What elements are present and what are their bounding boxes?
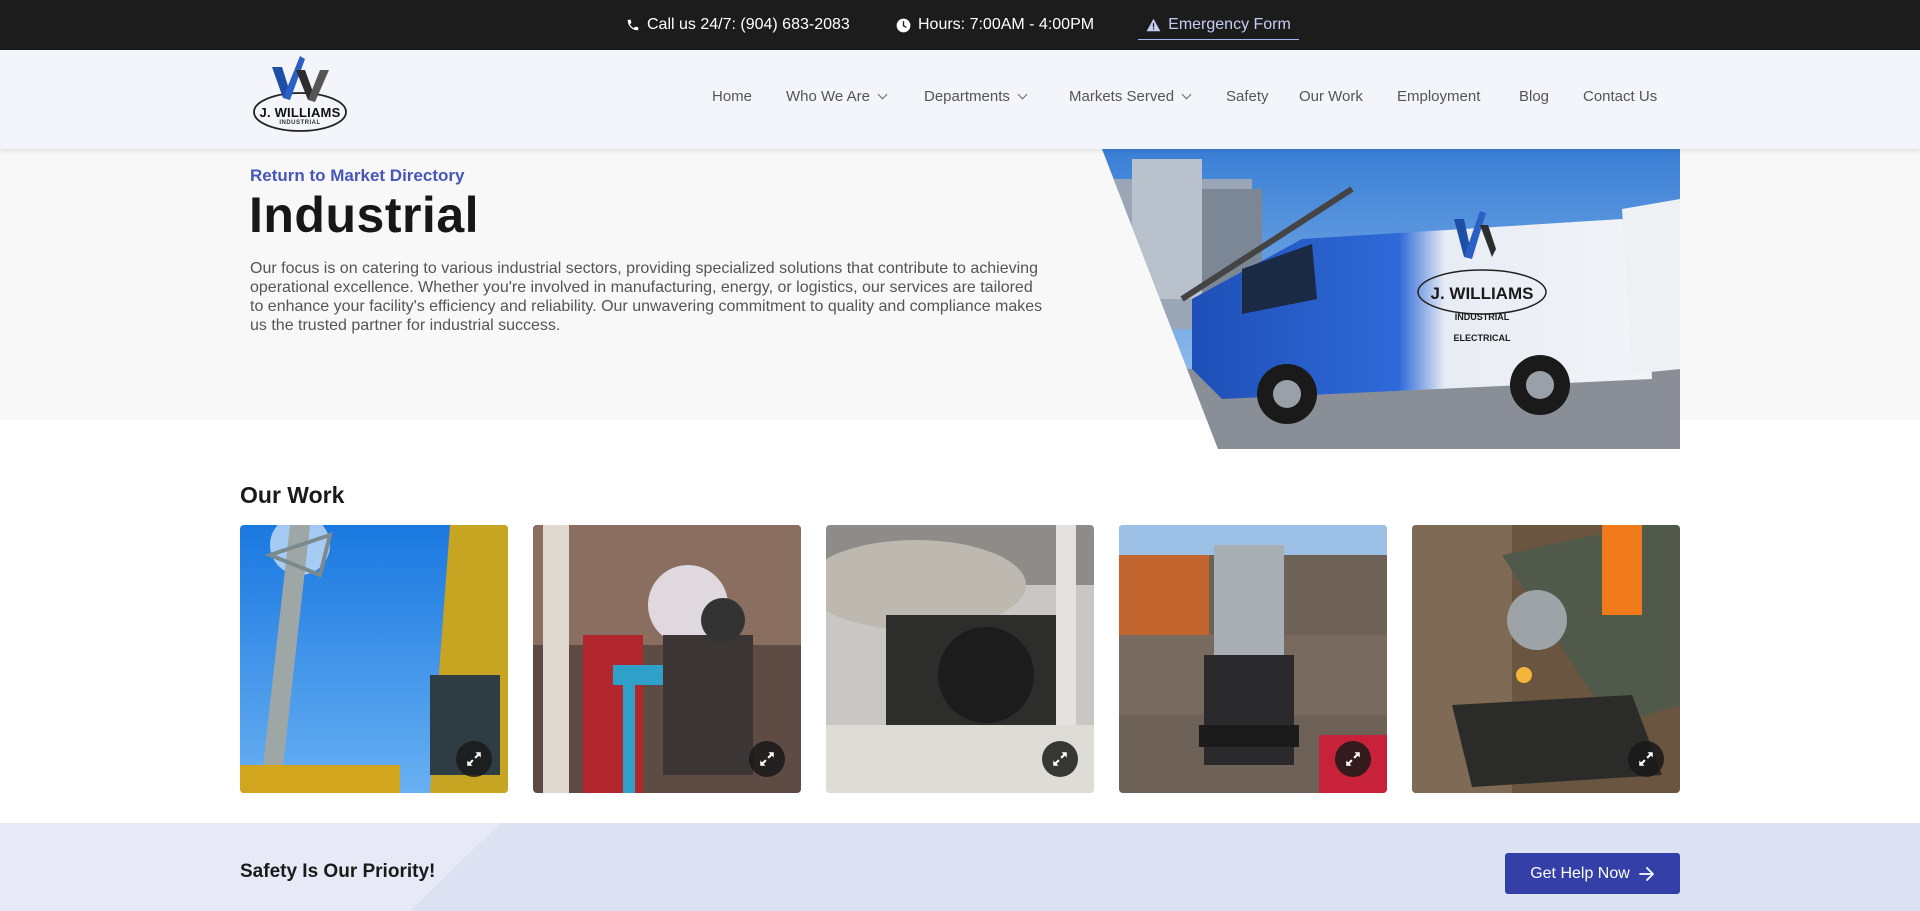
get-help-now-label: Get Help Now	[1530, 864, 1630, 882]
nav-safety-label: Safety	[1226, 88, 1269, 105]
nav-contact-us-label: Contact Us	[1583, 88, 1658, 105]
emergency-text: Emergency Form	[1168, 16, 1291, 33]
chevron-down-icon	[1181, 89, 1192, 100]
nav-home[interactable]: Home	[712, 88, 752, 105]
nav-employment[interactable]: Employment	[1397, 88, 1480, 105]
hours-text: Hours: 7:00AM - 4:00PM	[918, 16, 1095, 33]
work-photo-valve-assembly[interactable]	[1119, 525, 1387, 793]
nav-departments-label: Departments	[924, 88, 1010, 105]
main-nav: Home Who We Are Departments Markets Serv…	[0, 50, 1920, 149]
return-to-directory-link[interactable]: Return to Market Directory	[250, 166, 464, 186]
nav-markets-served[interactable]: Markets Served	[1069, 88, 1192, 105]
work-photo-welder[interactable]	[533, 525, 801, 793]
van-logo-dept: ELECTRICAL	[1454, 333, 1511, 343]
hero-description: Our focus is on catering to various indu…	[250, 260, 1043, 334]
van-logo-name: J. WILLIAMS	[1431, 284, 1534, 303]
clock-icon	[896, 18, 911, 32]
nav-our-work[interactable]: Our Work	[1299, 88, 1363, 105]
work-photo-metal-grinding[interactable]	[1412, 525, 1680, 793]
nav-blog-label: Blog	[1519, 88, 1550, 105]
phone-text: Call us 24/7: (904) 683-2083	[647, 16, 850, 33]
top-info-bar: Call us 24/7: (904) 683-2083 Hours: 7:00…	[0, 0, 1920, 50]
expand-icon[interactable]	[1335, 741, 1371, 777]
get-help-now-button[interactable]: Get Help Now	[1505, 853, 1680, 894]
expand-icon[interactable]	[1628, 741, 1664, 777]
expand-icon[interactable]	[456, 741, 492, 777]
business-hours: Hours: 7:00AM - 4:00PM	[896, 0, 1094, 50]
nav-who-we-are[interactable]: Who We Are	[786, 88, 888, 105]
nav-departments[interactable]: Departments	[924, 88, 1028, 105]
nav-blog[interactable]: Blog	[1519, 88, 1549, 105]
phone-icon	[627, 19, 639, 31]
nav-who-we-are-label: Who We Are	[786, 88, 870, 105]
nav-our-work-label: Our Work	[1299, 88, 1363, 105]
chevron-down-icon	[1017, 89, 1028, 100]
warning-icon	[1146, 18, 1161, 32]
nav-safety[interactable]: Safety	[1226, 88, 1269, 105]
work-photo-crane-tower[interactable]	[240, 525, 508, 793]
expand-icon[interactable]	[749, 741, 785, 777]
chevron-down-icon	[877, 89, 888, 100]
site-header: J. WILLIAMS INDUSTRIAL Home Who We Are D…	[0, 50, 1920, 149]
nav-markets-served-label: Markets Served	[1069, 88, 1175, 105]
nav-employment-label: Employment	[1397, 88, 1481, 105]
expand-icon[interactable]	[1042, 741, 1078, 777]
nav-contact-us[interactable]: Contact Us	[1583, 88, 1657, 105]
our-work-title: Our Work	[240, 482, 345, 508]
emergency-form-link[interactable]: Emergency Form	[1138, 0, 1299, 50]
page-title: Industrial	[249, 187, 480, 243]
phone-link[interactable]: Call us 24/7: (904) 683-2083	[626, 0, 850, 50]
van-logo-sub: INDUSTRIAL	[1455, 312, 1510, 322]
arrow-right-icon	[1638, 866, 1654, 881]
work-photo-pipe-ceiling[interactable]	[826, 525, 1094, 793]
safety-title: Safety Is Our Priority!	[240, 861, 436, 882]
nav-home-label: Home	[712, 88, 753, 105]
